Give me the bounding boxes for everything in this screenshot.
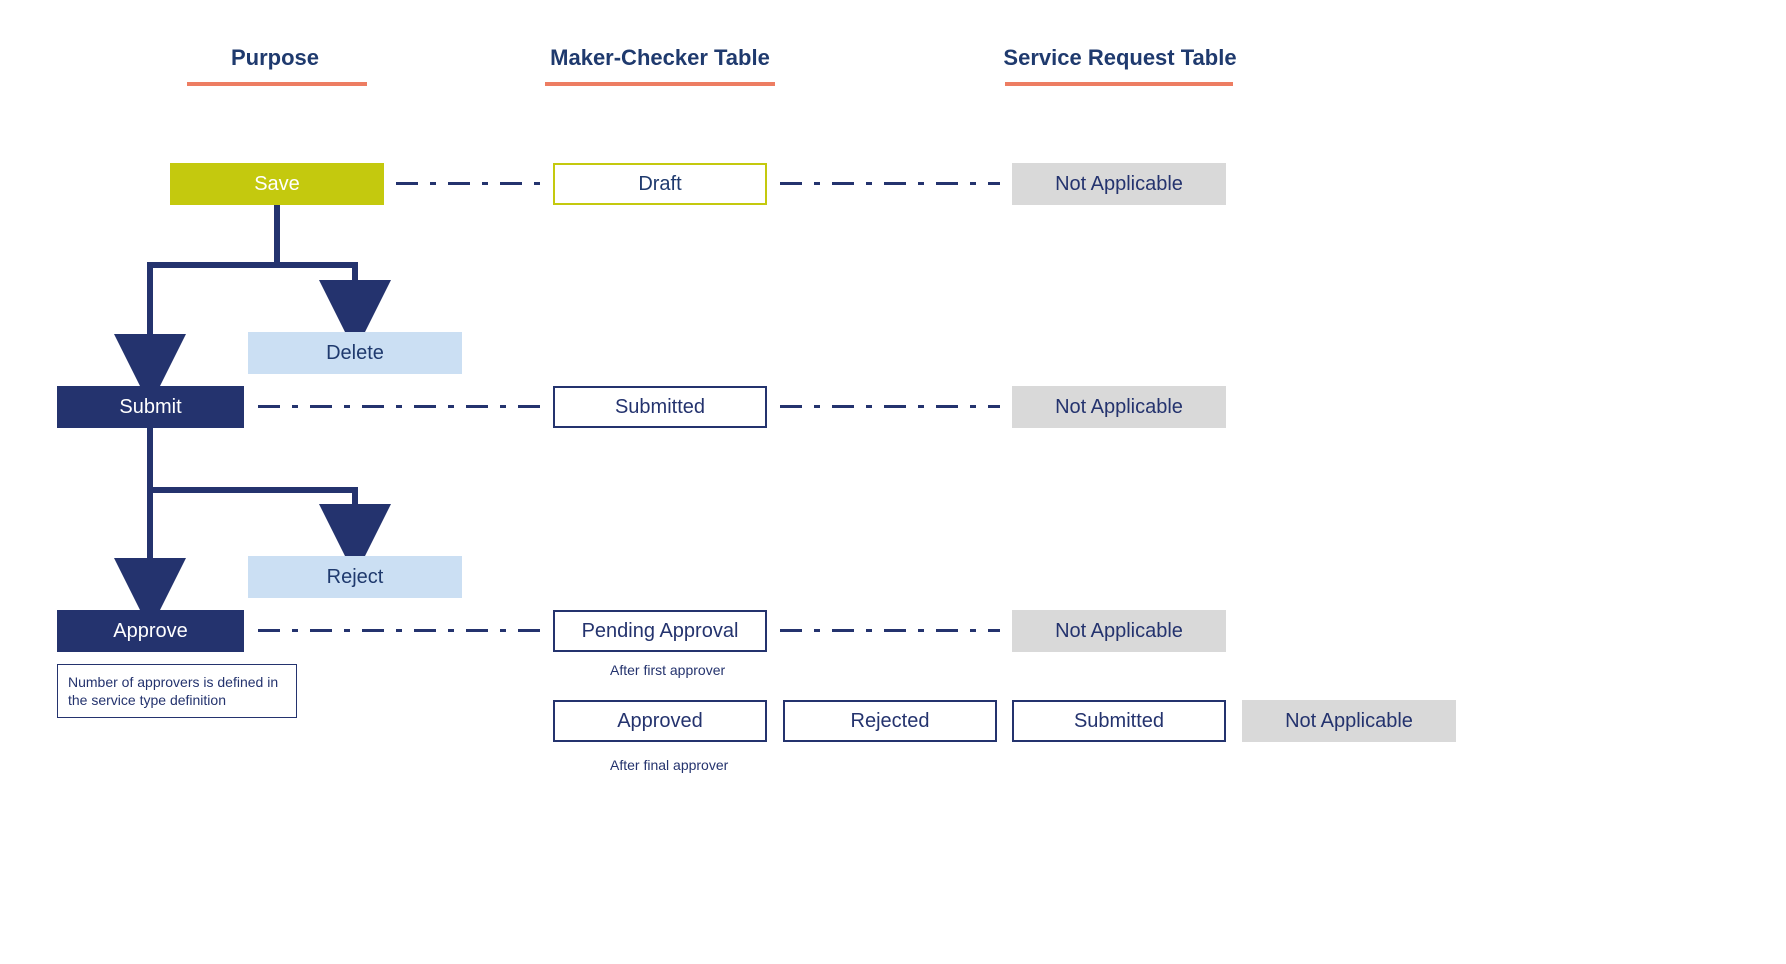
note-after-final: After final approver <box>610 757 728 773</box>
heading-maker-checker: Maker-Checker Table <box>530 45 790 71</box>
note-approvers: Number of approvers is defined in the se… <box>57 664 297 718</box>
box-submitted: Submitted <box>553 386 767 428</box>
box-rejected: Rejected <box>783 700 997 742</box>
connector-draft-na <box>780 182 1000 185</box>
box-reject: Reject <box>248 556 462 598</box>
heading-service-request: Service Request Table <box>990 45 1250 71</box>
note-after-first: After first approver <box>610 662 725 678</box>
box-draft: Draft <box>553 163 767 205</box>
box-approve: Approve <box>57 610 244 652</box>
box-approved: Approved <box>553 700 767 742</box>
box-na-3: Not Applicable <box>1012 610 1226 652</box>
connector-pending-na <box>780 629 1000 632</box>
underline-maker-checker <box>545 82 775 86</box>
box-pending-approval: Pending Approval <box>553 610 767 652</box>
box-na-4: Not Applicable <box>1242 700 1456 742</box>
underline-service-request <box>1005 82 1233 86</box>
box-na-1: Not Applicable <box>1012 163 1226 205</box>
box-service-submitted: Submitted <box>1012 700 1226 742</box>
connector-approve-pending <box>258 629 542 632</box>
box-na-2: Not Applicable <box>1012 386 1226 428</box>
connector-submitted-na <box>780 405 1000 408</box>
